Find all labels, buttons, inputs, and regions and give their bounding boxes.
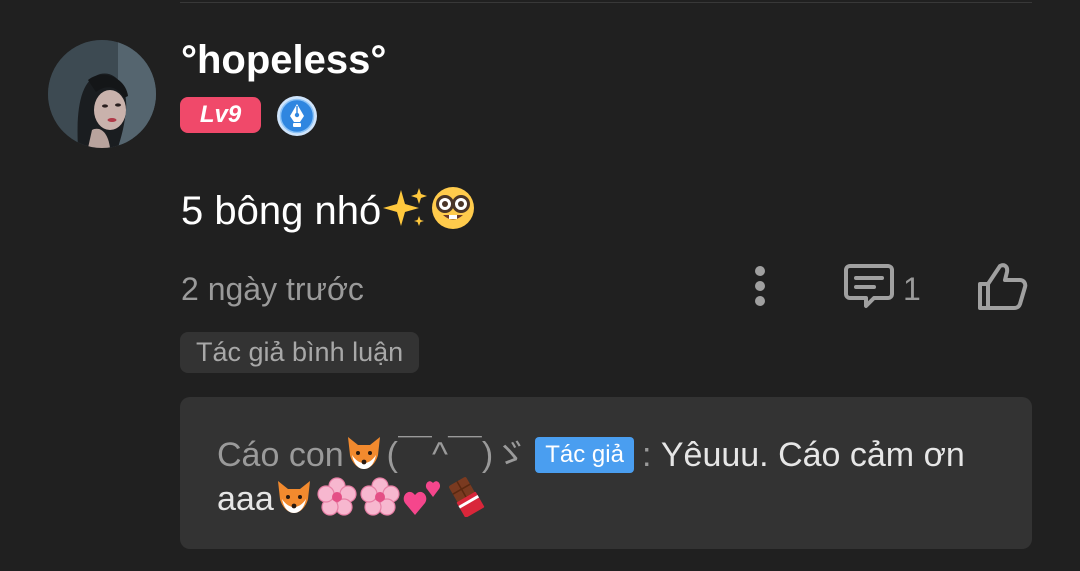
reply-line-1: Cáo con (￣^￣)ゞ Tác giả: Yêuuu. Cáo cảm ơn xyxy=(217,433,965,476)
reply-author-suffix: (￣^￣)ゞ xyxy=(386,436,528,474)
more-options-button[interactable] xyxy=(738,262,782,310)
username[interactable]: °hopeless° xyxy=(181,36,386,84)
reply-line-2: aaa xyxy=(217,477,489,520)
timestamp: 2 ngày trước xyxy=(181,271,364,307)
divider xyxy=(180,2,1032,3)
sparkles-emoji-icon xyxy=(381,186,429,241)
cherry-blossom-emoji-icon xyxy=(317,477,357,517)
comment-page: °hopeless° Lv9 5 bông nhó 2 ngày trước 1… xyxy=(0,0,1080,571)
pen-nib-badge-icon xyxy=(276,95,318,137)
reply-text-line-1: Yêuuu. Cáo cảm ơn xyxy=(660,436,965,474)
cherry-blossom-emoji-icon xyxy=(360,477,400,517)
reply-separator: : xyxy=(641,436,652,474)
reply-text-line-2: aaa xyxy=(217,480,274,518)
comment-bubble-icon xyxy=(844,264,894,308)
reply-button[interactable] xyxy=(842,262,896,312)
reply-author-name[interactable]: Cáo con xyxy=(217,436,344,474)
chocolate-bar-emoji-icon xyxy=(446,477,486,518)
author-label-badge: Tác giả xyxy=(535,437,634,473)
comment-text: 5 bông nhó xyxy=(181,184,477,241)
thumbs-up-icon xyxy=(978,263,1028,310)
like-button[interactable] xyxy=(974,260,1030,314)
vertical-dots-icon xyxy=(755,266,765,306)
author-comment-tag: Tác giả bình luận xyxy=(180,332,420,373)
nerd-face-emoji-icon xyxy=(429,184,477,241)
level-badge: Lv9 xyxy=(180,97,261,133)
two-hearts-emoji-icon xyxy=(403,477,443,517)
avatar[interactable] xyxy=(48,40,156,148)
comment-body: 5 bông nhó xyxy=(181,189,382,233)
reply-card[interactable]: Cáo con (￣^￣)ゞ Tác giả: Yêuuu. Cáo cảm ơn… xyxy=(180,397,1032,549)
reply-count: 1 xyxy=(903,271,921,307)
fox-emoji-icon xyxy=(274,477,314,517)
fox-emoji-icon xyxy=(344,433,384,473)
